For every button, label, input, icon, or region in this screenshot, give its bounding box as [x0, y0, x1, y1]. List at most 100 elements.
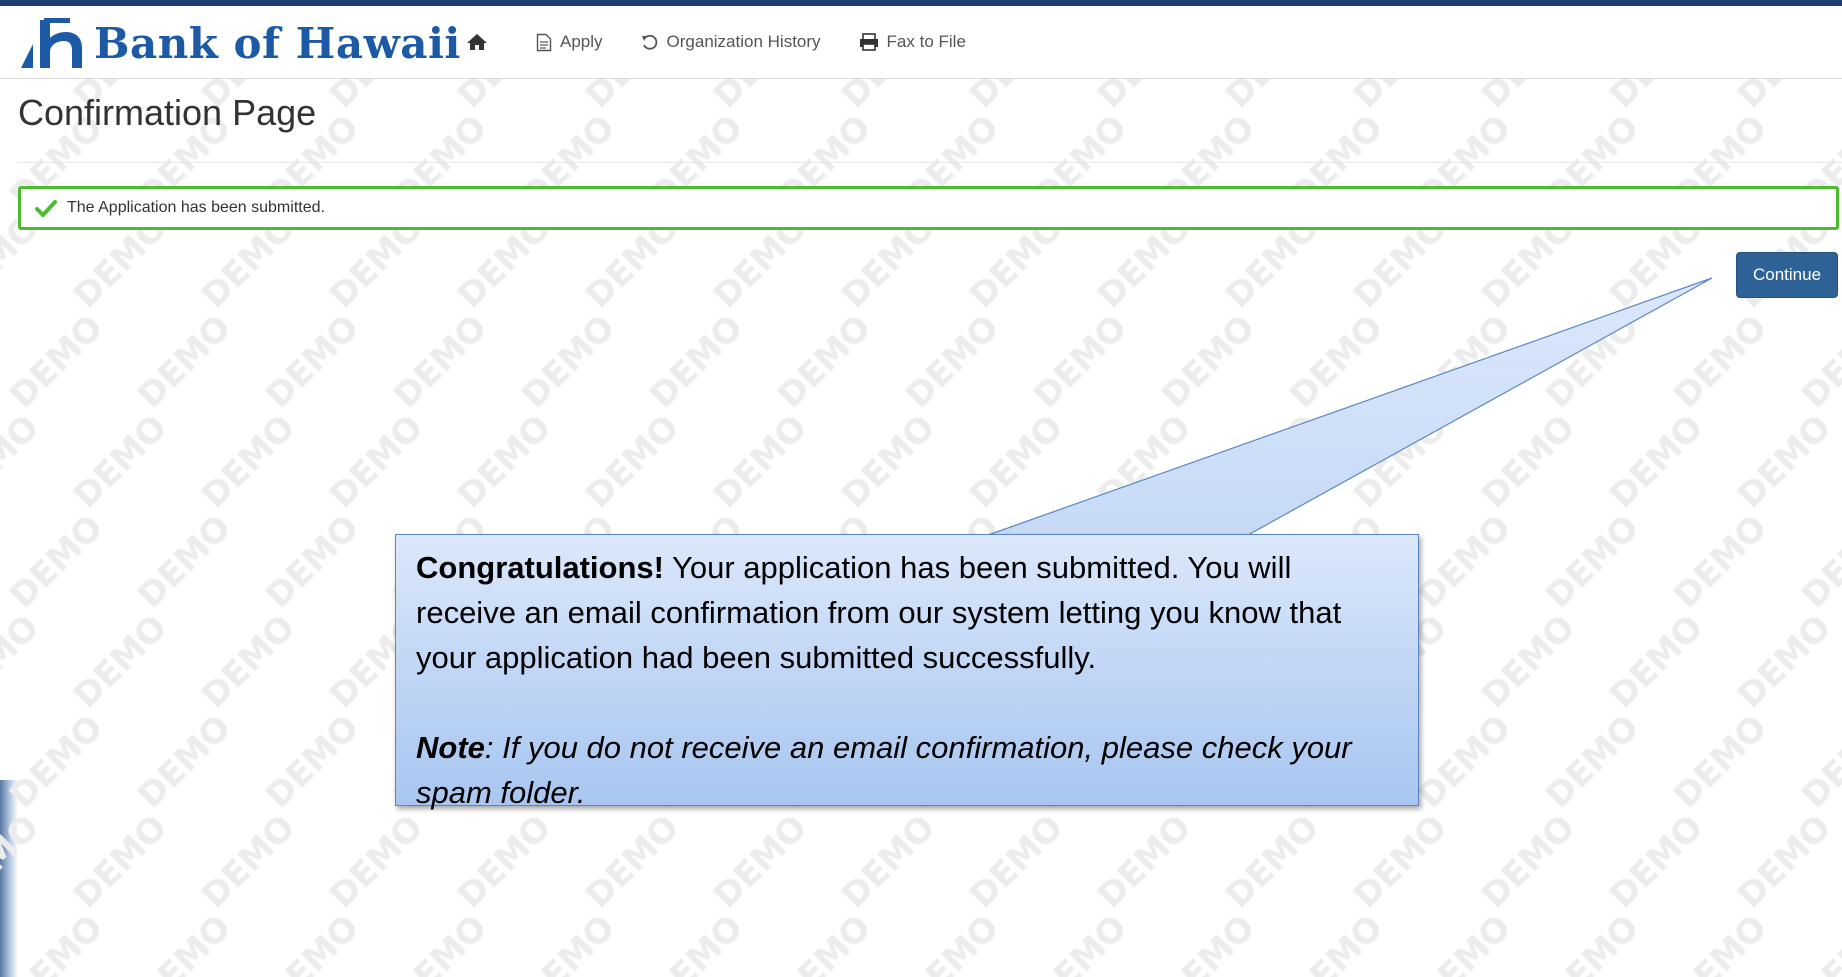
watermark-text: DEMO — [706, 407, 815, 516]
page-title: Confirmation Page — [18, 92, 317, 133]
watermark-text: DEMO — [898, 307, 1007, 416]
callout-note-bold: Note — [416, 730, 485, 765]
brand-logo[interactable]: Bank of Hawaii — [18, 14, 461, 72]
watermark-text: DEMO — [1474, 807, 1583, 916]
watermark-text: DEMO — [642, 907, 751, 977]
nav-fax-to-file-label: Fax to File — [886, 32, 966, 51]
watermark-text: DEMO — [770, 907, 879, 977]
watermark-text: DEMO — [1666, 307, 1775, 416]
watermark-text: DEMO — [962, 407, 1071, 516]
continue-button[interactable]: Continue — [1736, 252, 1838, 298]
watermark-text: DEMO — [1090, 407, 1199, 516]
watermark-text: DEMO — [1666, 507, 1775, 616]
watermark-text: DEMO — [706, 807, 815, 916]
nav-fax-to-file[interactable]: Fax to File — [859, 32, 966, 52]
nav-organization-history[interactable]: Organization History — [641, 32, 821, 52]
watermark-text: DEMO — [1602, 407, 1711, 516]
watermark-text: DEMO — [1730, 607, 1839, 716]
watermark-text: DEMO — [1410, 707, 1519, 816]
watermark-text: DEMO — [770, 307, 879, 416]
watermark-text: DEMO — [1154, 907, 1263, 977]
watermark-text: DEMO — [1026, 307, 1135, 416]
watermark-text: DEMO — [66, 607, 175, 716]
watermark-text: DEMO — [642, 307, 751, 416]
watermark-text: DEMO — [2, 507, 111, 616]
screenshot-frame: DEMO DEMO DEMO DEMO DEMO DEMO DEMO DEMO DEMO DEMO… — [0, 0, 1842, 977]
watermark-text: DEMO — [1538, 507, 1647, 616]
watermark-text: DEMO — [1346, 807, 1455, 916]
fax-icon — [859, 33, 878, 51]
watermark-text: DEMO — [1474, 607, 1583, 716]
watermark-text: DEMO — [130, 907, 239, 977]
watermark-text: DEMO — [514, 907, 623, 977]
watermark-text: DEMO — [1218, 807, 1327, 916]
callout-note-text: : If you do not receive an email confirm… — [416, 730, 1352, 810]
watermark-text: DEMO — [450, 807, 559, 916]
instruction-callout: Congratulations! Your application has be… — [395, 534, 1419, 810]
watermark-text: DEMO — [1474, 407, 1583, 516]
alert-message: The Application has been submitted. — [67, 199, 325, 216]
document-icon — [536, 33, 552, 51]
watermark-text: DEMO — [386, 907, 495, 977]
watermark-text: DEMO — [1090, 807, 1199, 916]
watermark-text: DEMO — [130, 307, 239, 416]
watermark-text: DEMO — [450, 407, 559, 516]
watermark-text: DEMO — [2, 707, 111, 816]
watermark-text: DEMO — [258, 507, 367, 616]
callout-congrats-paragraph: Congratulations! Your application has be… — [416, 545, 1398, 680]
watermark-text: DEMO — [834, 407, 943, 516]
watermark-text: DEMO — [1666, 707, 1775, 816]
watermark-text: DEMO — [66, 407, 175, 516]
watermark-text: DEMO — [1346, 407, 1455, 516]
watermark-text: DEMO — [578, 407, 687, 516]
watermark-text: DEMO — [1410, 507, 1519, 616]
watermark-text: DEMO — [2, 907, 111, 977]
success-alert: The Application has been submitted. — [18, 186, 1839, 230]
watermark-text: DEMO — [0, 407, 47, 516]
watermark-text: DEMO — [1794, 907, 1842, 977]
watermark-text: DEMO — [130, 707, 239, 816]
nav-apply[interactable]: Apply — [536, 32, 603, 52]
watermark-text: DEMO — [1730, 407, 1839, 516]
watermark-text: DEMO — [2, 307, 111, 416]
watermark-text: DEMO — [514, 307, 623, 416]
top-nav: Apply Organization History Fax to File — [466, 32, 1004, 52]
watermark-text: DEMO — [1026, 907, 1135, 977]
nav-home[interactable] — [466, 33, 496, 51]
watermark-text: DEMO — [194, 607, 303, 716]
watermark-text: DEMO — [1602, 807, 1711, 916]
title-divider — [18, 162, 1842, 163]
watermark-text: DEMO — [1410, 307, 1519, 416]
nav-apply-label: Apply — [560, 32, 603, 51]
watermark-text: DEMO — [962, 807, 1071, 916]
watermark-text: DEMO — [194, 807, 303, 916]
brand-name: Bank of Hawaii — [94, 18, 461, 68]
watermark-text: DEMO — [1538, 307, 1647, 416]
watermark-text: DEMO — [1730, 807, 1839, 916]
callout-spacer — [416, 680, 1398, 725]
watermark-text: DEMO — [834, 807, 943, 916]
left-edge-decoration — [0, 780, 18, 977]
callout-note-paragraph: Note: If you do not receive an email con… — [416, 725, 1398, 815]
history-icon — [641, 34, 657, 50]
bank-logo-icon — [21, 18, 82, 68]
watermark-text: DEMO — [194, 407, 303, 516]
watermark-text: DEMO — [386, 307, 495, 416]
watermark-text: DEMO — [66, 807, 175, 916]
check-icon — [35, 200, 57, 217]
watermark-text: DEMO — [1794, 507, 1842, 616]
watermark-text: DEMO — [1218, 407, 1327, 516]
callout-congrats-bold: Congratulations! — [416, 550, 664, 585]
watermark-text: DEMO — [1602, 607, 1711, 716]
watermark-text: DEMO — [258, 907, 367, 977]
header: Bank of Hawaii Apply Organization Histor… — [0, 6, 1842, 79]
callout-pointer — [987, 277, 1713, 536]
watermark-text: DEMO — [258, 707, 367, 816]
watermark-text: DEMO — [898, 907, 1007, 977]
watermark-text: DEMO — [1538, 707, 1647, 816]
watermark-text: DEMO — [1154, 307, 1263, 416]
watermark-text: DEMO — [1410, 907, 1519, 977]
watermark-text: DEMO — [1794, 307, 1842, 416]
home-icon — [467, 34, 487, 50]
watermark-text: DEMO — [1666, 907, 1775, 977]
